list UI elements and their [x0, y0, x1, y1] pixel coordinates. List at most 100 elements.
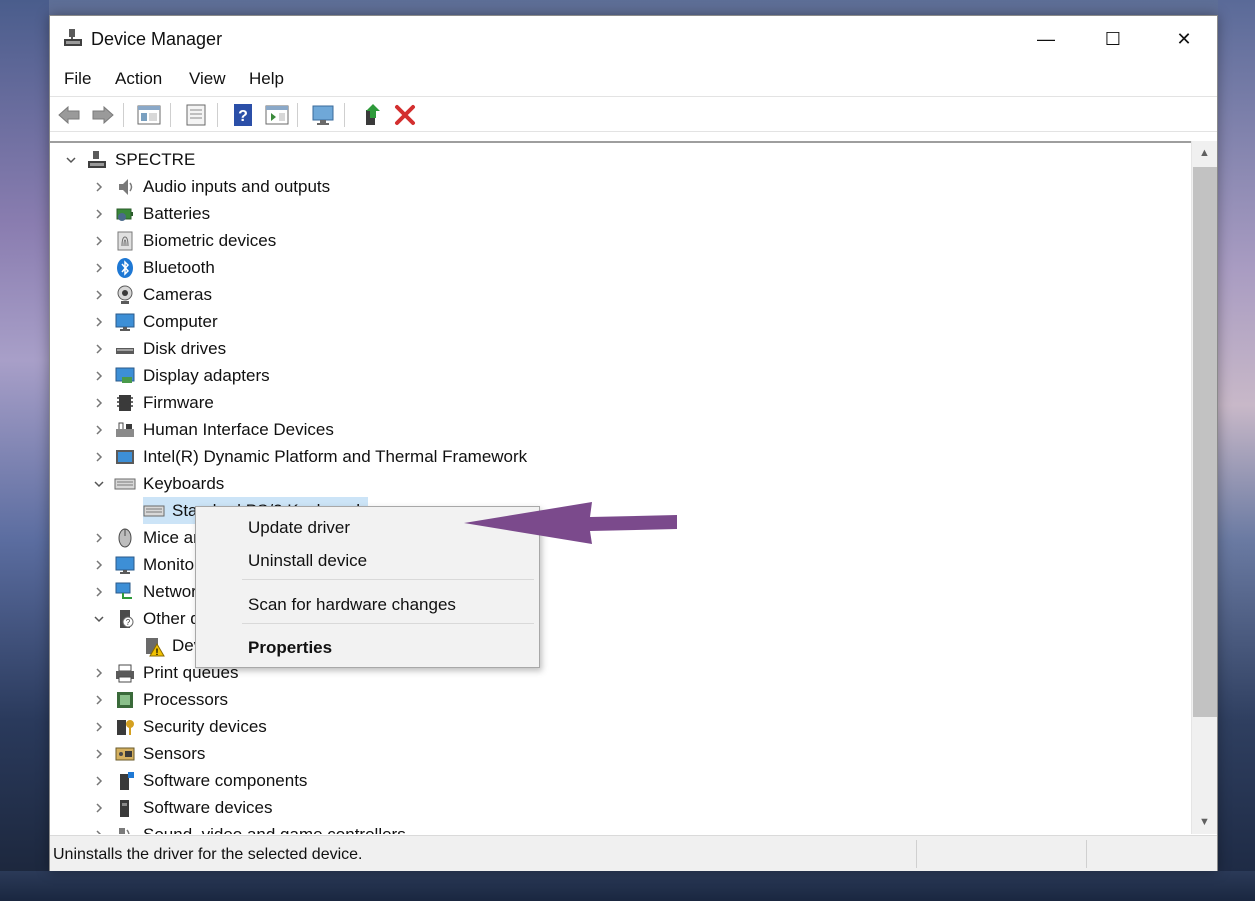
- tree-item-label: Biometric devices: [143, 230, 277, 250]
- battery-icon: [116, 208, 133, 221]
- tree-root[interactable]: SPECTRE: [64, 146, 195, 173]
- keyboard-icon: [143, 505, 165, 516]
- vertical-scrollbar[interactable]: ▲ ▼: [1191, 141, 1217, 834]
- window-title: Device Manager: [91, 29, 223, 49]
- tree-item-label: Firmware: [143, 392, 214, 412]
- tree-category-item[interactable]: Disk drives: [92, 335, 226, 362]
- keyboard-icon: [114, 478, 136, 489]
- maximize-button[interactable]: ☐: [1078, 16, 1148, 62]
- status-text: Uninstalls the driver for the selected d…: [53, 846, 363, 863]
- chevron-right-icon[interactable]: [92, 261, 106, 275]
- title-bar: Device Manager — ☐ ✕: [50, 16, 1217, 62]
- properties-icon[interactable]: [183, 102, 209, 128]
- menu-item-properties[interactable]: Properties: [248, 638, 332, 658]
- close-icon: ✕: [1176, 28, 1192, 49]
- sound-icon: [119, 827, 130, 834]
- menu-action[interactable]: Action: [115, 69, 162, 89]
- chevron-right-icon[interactable]: [92, 342, 106, 356]
- tree-item-label: Keyboards: [143, 473, 225, 493]
- menu-item-uninstall-device[interactable]: Uninstall device: [248, 551, 367, 571]
- tree-item-label: Human Interface Devices: [143, 419, 334, 439]
- annotation-arrow-icon: [464, 502, 677, 544]
- console-tree-icon[interactable]: [136, 102, 162, 128]
- tree-category-item[interactable]: Security devices: [92, 713, 267, 740]
- tree-category-item[interactable]: Software components: [92, 767, 307, 794]
- scan-monitor-icon[interactable]: [310, 102, 336, 128]
- chevron-right-icon[interactable]: [92, 693, 106, 707]
- tree-category-item[interactable]: Keyboards: [92, 470, 224, 497]
- tree-category-item[interactable]: Bluetooth: [92, 254, 215, 281]
- chevron-right-icon[interactable]: [92, 720, 106, 734]
- chevron-down-icon[interactable]: [92, 612, 106, 626]
- chevron-right-icon[interactable]: [92, 315, 106, 329]
- context-menu-separator: [242, 623, 534, 624]
- chevron-right-icon[interactable]: [92, 531, 106, 545]
- desktop-wallpaper-right: [1218, 0, 1255, 901]
- fingerprint-icon: [117, 231, 133, 250]
- tree-category-item[interactable]: Processors: [92, 686, 228, 713]
- forward-icon[interactable]: [90, 102, 116, 128]
- chevron-down-icon[interactable]: [64, 153, 78, 167]
- action-pane-icon[interactable]: [264, 102, 290, 128]
- uninstall-icon[interactable]: [392, 102, 418, 128]
- firmware-icon: [117, 394, 133, 411]
- sensor-icon: [115, 747, 135, 760]
- tree-category-item[interactable]: Human Interface Devices: [92, 416, 334, 443]
- printer-icon: [116, 664, 134, 682]
- chevron-right-icon[interactable]: [92, 774, 106, 788]
- tree-category-item[interactable]: Sound, video and game controllers: [92, 821, 406, 834]
- back-icon[interactable]: [56, 102, 82, 128]
- audio-icon: [119, 178, 133, 195]
- software-component-icon: [120, 771, 134, 790]
- device-manager-icon: [64, 29, 82, 46]
- scroll-thumb[interactable]: [1193, 167, 1217, 717]
- tree-item-label: Display adapters: [143, 365, 270, 385]
- chevron-right-icon[interactable]: [92, 396, 106, 410]
- chevron-right-icon[interactable]: [92, 423, 106, 437]
- maximize-icon: ☐: [1104, 28, 1122, 49]
- chevron-right-icon[interactable]: [92, 180, 106, 194]
- tree-category-item[interactable]: Display adapters: [92, 362, 270, 389]
- tree-category-item[interactable]: Monitors: [92, 551, 208, 578]
- chevron-right-icon[interactable]: [92, 450, 106, 464]
- scroll-down-arrow-icon[interactable]: ▼: [1192, 810, 1217, 834]
- update-driver-icon[interactable]: [360, 102, 386, 128]
- tree-category-item[interactable]: Audio inputs and outputs: [92, 173, 330, 200]
- minimize-icon: —: [1037, 28, 1055, 49]
- status-pane-divider: [916, 840, 917, 868]
- tree-category-item[interactable]: Intel(R) Dynamic Platform and Thermal Fr…: [92, 443, 527, 470]
- chevron-right-icon[interactable]: [92, 828, 106, 835]
- menu-bar: File Action View Help: [50, 62, 1217, 95]
- chevron-right-icon[interactable]: [92, 369, 106, 383]
- tree-category-item[interactable]: Computer: [92, 308, 218, 335]
- chevron-right-icon[interactable]: [92, 747, 106, 761]
- tree-item-label: Security devices: [143, 716, 267, 736]
- tree-category-item[interactable]: Firmware: [92, 389, 214, 416]
- scroll-up-arrow-icon[interactable]: ▲: [1192, 141, 1217, 165]
- menu-item-update-driver[interactable]: Update driver: [248, 518, 350, 538]
- device-tree[interactable]: SPECTRE Audio inputs and outputs Batterie…: [50, 141, 1191, 834]
- chevron-right-icon[interactable]: [92, 666, 106, 680]
- tree-item-label: Audio inputs and outputs: [143, 176, 331, 196]
- chevron-down-icon[interactable]: [92, 477, 106, 491]
- chevron-right-icon[interactable]: [92, 801, 106, 815]
- menu-help[interactable]: Help: [249, 69, 284, 89]
- chevron-right-icon[interactable]: [92, 288, 106, 302]
- minimize-button[interactable]: —: [1011, 16, 1081, 62]
- chevron-right-icon[interactable]: [92, 585, 106, 599]
- menu-item-scan-hardware[interactable]: Scan for hardware changes: [248, 595, 456, 615]
- help-icon[interactable]: ?: [230, 102, 256, 128]
- tree-category-item[interactable]: Sensors: [92, 740, 205, 767]
- chevron-right-icon[interactable]: [92, 234, 106, 248]
- chevron-right-icon[interactable]: [92, 207, 106, 221]
- close-button[interactable]: ✕: [1149, 16, 1219, 62]
- tree-category-item[interactable]: Software devices: [92, 794, 272, 821]
- menu-view[interactable]: View: [189, 69, 226, 89]
- menu-file[interactable]: File: [64, 69, 91, 89]
- desktop-wallpaper-left: [0, 0, 49, 901]
- tree-category-item[interactable]: Biometric devices: [92, 227, 276, 254]
- tree-root-label: SPECTRE: [115, 149, 196, 169]
- chevron-right-icon[interactable]: [92, 558, 106, 572]
- tree-category-item[interactable]: Cameras: [92, 281, 212, 308]
- tree-category-item[interactable]: Batteries: [92, 200, 210, 227]
